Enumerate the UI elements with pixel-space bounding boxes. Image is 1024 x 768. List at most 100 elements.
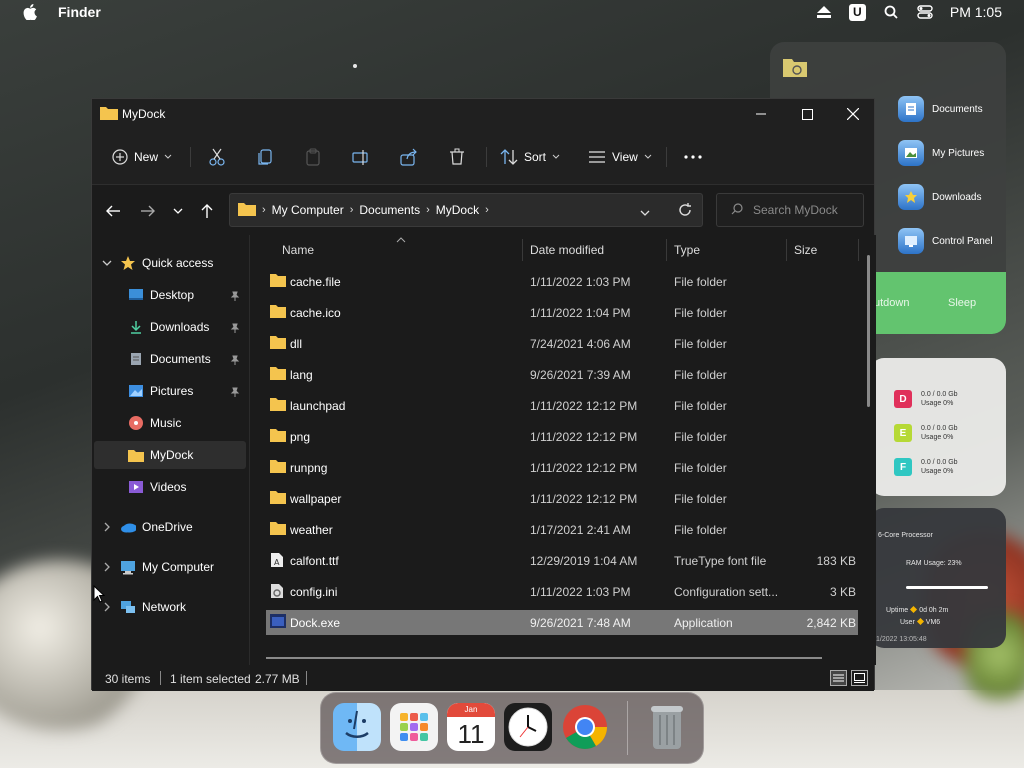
star-icon [120, 255, 136, 271]
thumbnail-view-button[interactable] [851, 670, 868, 686]
nav-mydock[interactable]: MyDock [94, 441, 246, 469]
file-row[interactable]: lang 9/26/2021 7:39 AM File folder [266, 362, 858, 387]
pin-icon[interactable] [230, 354, 240, 365]
share-button[interactable] [400, 143, 418, 171]
column-header-size[interactable]: Size [794, 235, 817, 265]
file-row[interactable]: Dock.exe 9/26/2021 7:48 AM Application 2,84… [266, 610, 858, 635]
nav-network[interactable]: Network [94, 593, 246, 621]
shortcut-documents[interactable]: Documents [898, 96, 983, 122]
maximize-button[interactable] [784, 99, 830, 129]
drive-f[interactable]: F 0.0 / 0.0 Gb Usage 0% [894, 458, 958, 476]
pin-icon[interactable] [230, 290, 240, 301]
recent-locations-button[interactable] [168, 201, 188, 221]
shutdown-button[interactable]: utdown [874, 297, 909, 309]
minimize-button[interactable] [738, 99, 784, 129]
file-row[interactable]: Acalfont.ttf 12/29/2019 1:04 AM TrueType f… [266, 548, 858, 573]
breadcrumb-mydock[interactable]: MyDock [436, 203, 479, 217]
back-button[interactable] [103, 201, 123, 221]
trash-icon[interactable] [643, 703, 691, 751]
folder-icon [238, 202, 256, 219]
forward-button[interactable] [138, 201, 158, 221]
file-row[interactable]: png 1/11/2022 12:12 PM File folder [266, 424, 858, 449]
file-row[interactable]: wallpaper 1/11/2022 12:12 PM File folder [266, 486, 858, 511]
address-dropdown-icon[interactable] [640, 206, 650, 220]
file-type: File folder [674, 522, 727, 537]
shortcut-control-panel[interactable]: Control Panel [898, 228, 993, 254]
shortcut-downloads[interactable]: Downloads [898, 184, 981, 210]
close-button[interactable] [830, 99, 876, 129]
cut-button[interactable] [208, 143, 226, 171]
video-icon [128, 479, 144, 495]
finder-icon[interactable] [333, 703, 381, 751]
nav-downloads[interactable]: Downloads [94, 313, 246, 341]
column-divider[interactable] [666, 239, 667, 261]
nav-my-computer[interactable]: My Computer [94, 553, 246, 581]
pin-icon[interactable] [230, 322, 240, 333]
launchpad-icon[interactable] [390, 703, 438, 751]
nav-onedrive[interactable]: OneDrive [94, 513, 246, 541]
file-row[interactable]: cache.file 1/11/2022 1:03 PM File folder [266, 269, 858, 294]
breadcrumb-documents[interactable]: Documents [359, 203, 420, 217]
file-row[interactable]: weather 1/17/2021 2:41 AM File folder [266, 517, 858, 542]
more-options-button[interactable] [684, 143, 702, 171]
nav-videos[interactable]: Videos [94, 473, 246, 501]
title-bar[interactable]: MyDock [92, 99, 874, 129]
user-badge-icon[interactable]: U [848, 3, 866, 21]
column-divider[interactable] [522, 239, 523, 261]
chrome-icon[interactable] [561, 703, 609, 751]
drive-d[interactable]: D 0.0 / 0.0 Gb Usage 0% [894, 390, 958, 408]
file-row[interactable]: runpng 1/11/2022 12:12 PM File folder [266, 455, 858, 480]
copy-button[interactable] [256, 143, 274, 171]
drive-e[interactable]: E 0.0 / 0.0 Gb Usage 0% [894, 424, 958, 442]
refresh-icon[interactable] [678, 203, 692, 220]
chevron-down-icon[interactable] [100, 260, 114, 267]
file-row[interactable]: launchpad 1/11/2022 12:12 PM File folder [266, 393, 858, 418]
new-button[interactable]: New [112, 143, 172, 171]
computer-icon [120, 559, 136, 575]
new-label: New [134, 150, 159, 164]
column-header-type[interactable]: Type [674, 235, 700, 265]
file-row[interactable]: config.ini 1/11/2022 1:03 PM Configuration… [266, 579, 858, 604]
column-divider[interactable] [786, 239, 787, 261]
details-view-button[interactable] [830, 670, 847, 686]
nav-pictures[interactable]: Pictures [94, 377, 246, 405]
vertical-scrollbar[interactable] [867, 255, 870, 407]
control-center-icon[interactable] [916, 3, 934, 21]
nav-quick-access[interactable]: Quick access [94, 249, 246, 277]
download-arrow-icon [128, 319, 144, 335]
sleep-button[interactable]: Sleep [948, 297, 976, 309]
column-header-name[interactable]: Name [282, 235, 314, 265]
column-divider[interactable] [858, 239, 859, 261]
paste-button[interactable] [304, 143, 322, 171]
rename-button[interactable] [352, 143, 370, 171]
horizontal-scrollbar[interactable] [266, 657, 822, 659]
address-bar[interactable]: › My Computer › Documents › MyDock › [229, 193, 703, 227]
apple-icon[interactable] [22, 4, 38, 20]
delete-button[interactable] [448, 143, 466, 171]
drive-icon: E [894, 424, 912, 442]
nav-documents[interactable]: Documents [94, 345, 246, 373]
svg-text:A: A [274, 558, 280, 567]
sort-button[interactable]: Sort [500, 143, 560, 171]
chevron-right-icon[interactable] [100, 562, 114, 572]
calendar-icon[interactable]: Jan 11 [447, 703, 495, 751]
file-row[interactable]: cache.ico 1/11/2022 1:04 PM File folder [266, 300, 858, 325]
file-row[interactable]: dll 7/24/2021 4:06 AM File folder [266, 331, 858, 356]
view-button[interactable]: View [588, 143, 652, 171]
column-header-date[interactable]: Date modified [530, 235, 604, 265]
pin-icon[interactable] [230, 386, 240, 397]
nav-desktop[interactable]: Desktop [94, 281, 246, 309]
nav-music[interactable]: Music [94, 409, 246, 437]
pictures-icon [898, 140, 924, 166]
eject-icon[interactable] [815, 3, 833, 21]
clock-icon[interactable] [504, 703, 552, 751]
folder-icon[interactable] [782, 56, 808, 83]
app-name[interactable]: Finder [58, 4, 101, 20]
breadcrumb-my-computer[interactable]: My Computer [272, 203, 344, 217]
menubar-clock[interactable]: PM 1:05 [950, 4, 1002, 20]
chevron-right-icon[interactable] [100, 522, 114, 532]
search-input[interactable]: Search MyDock [716, 193, 864, 227]
shortcut-my-pictures[interactable]: My Pictures [898, 140, 984, 166]
up-button[interactable] [197, 201, 217, 221]
search-icon[interactable] [882, 3, 900, 21]
